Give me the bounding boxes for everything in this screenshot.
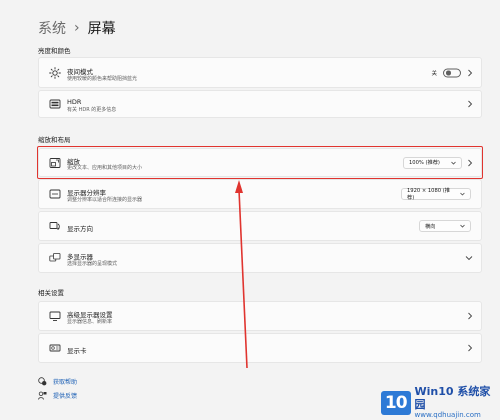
hdr-title: HDR [67,98,82,106]
scale-subtitle: 更改文本、应用和其他项目的大小 [67,165,143,171]
scale-icon [49,157,61,168]
watermark-brand: Win10 系统家园 [414,385,491,411]
breadcrumb: 系统 › 屏幕 [38,18,116,38]
help-icon [38,377,47,386]
chevron-right-icon[interactable] [467,69,473,77]
feedback-icon [38,391,47,400]
breadcrumb-separator: › [74,20,80,36]
watermark-logo: 10 [381,390,411,415]
night-light-toggle[interactable] [443,68,461,77]
orientation-dropdown-value: 横向 [425,223,436,230]
page-title: 屏幕 [87,21,116,37]
graphics-row[interactable]: 显示卡 [38,333,482,363]
night-light-toggle-label: 关 [431,70,437,77]
scale-dropdown-value: 100% (推荐) [409,160,440,166]
chevron-down-icon [460,224,465,228]
resolution-subtitle: 调整分辨率以适合所连接的显示器 [67,197,143,203]
section-related-heading: 相关设置 [38,289,64,297]
orientation-icon [49,222,60,231]
resolution-icon [49,189,61,199]
feedback-label: 提供反馈 [53,393,78,400]
breadcrumb-parent[interactable]: 系统 [38,18,66,38]
scale-row[interactable]: 缩放 更改文本、应用和其他项目的大小 100% (推荐) [38,148,482,177]
advanced-display-row[interactable]: 高级显示器设置 显示器信息、刷新率 [38,301,482,331]
advanced-display-subtitle: 显示器信息、刷新率 [67,319,113,325]
orientation-row[interactable]: 显示方向 横向 [38,211,482,241]
section-brightness-heading: 亮度和颜色 [38,47,71,55]
multi-display-icon [49,253,61,262]
monitor-icon [49,311,61,321]
chevron-right-icon[interactable] [467,344,473,352]
multi-display-row[interactable]: 多显示器 选择显示器的呈现模式 [38,243,482,273]
get-help-label: 获取帮助 [53,379,78,386]
orientation-dropdown[interactable]: 横向 [419,220,471,232]
night-light-row[interactable]: 夜间模式 使用较暖的颜色来帮助阻挡蓝光 关 [38,57,482,88]
section-scale-layout-heading: 缩放和布局 [38,136,71,144]
orientation-title: 显示方向 [67,225,93,233]
multi-display-subtitle: 选择显示器的呈现模式 [67,261,118,267]
chevron-right-icon[interactable] [467,159,473,167]
gpu-icon [49,344,61,352]
resolution-dropdown[interactable]: 1920 × 1080 (推荐) [401,188,471,201]
chevron-down-icon [451,161,456,165]
toggle-knob [446,70,451,75]
watermark: 10 Win10 系统家园 www.qdhuajin.com [381,385,500,420]
hdr-row[interactable]: HDR 有关 HDR 的更多信息 [38,90,482,118]
chevron-right-icon[interactable] [467,312,473,320]
resolution-dropdown-value: 1920 × 1080 (推荐) [407,188,450,201]
sun-icon [49,66,61,79]
get-help-link[interactable]: 获取帮助 [38,377,77,386]
night-light-subtitle: 使用较暖的颜色来帮助阻挡蓝光 [67,76,138,82]
feedback-link[interactable]: 提供反馈 [38,391,77,400]
chevron-down-icon [460,192,465,196]
chevron-down-icon[interactable] [465,255,473,261]
resolution-row[interactable]: 显示器分辨率 调整分辨率以适合所连接的显示器 1920 × 1080 (推荐) [38,179,482,209]
chevron-right-icon[interactable] [467,100,473,108]
hdr-icon [49,99,61,109]
watermark-text: Win10 系统家园 www.qdhuajin.com [415,385,500,420]
graphics-title: 显示卡 [67,347,87,355]
scale-dropdown[interactable]: 100% (推荐) [403,156,462,169]
hdr-subtitle: 有关 HDR 的更多信息 [67,107,117,113]
